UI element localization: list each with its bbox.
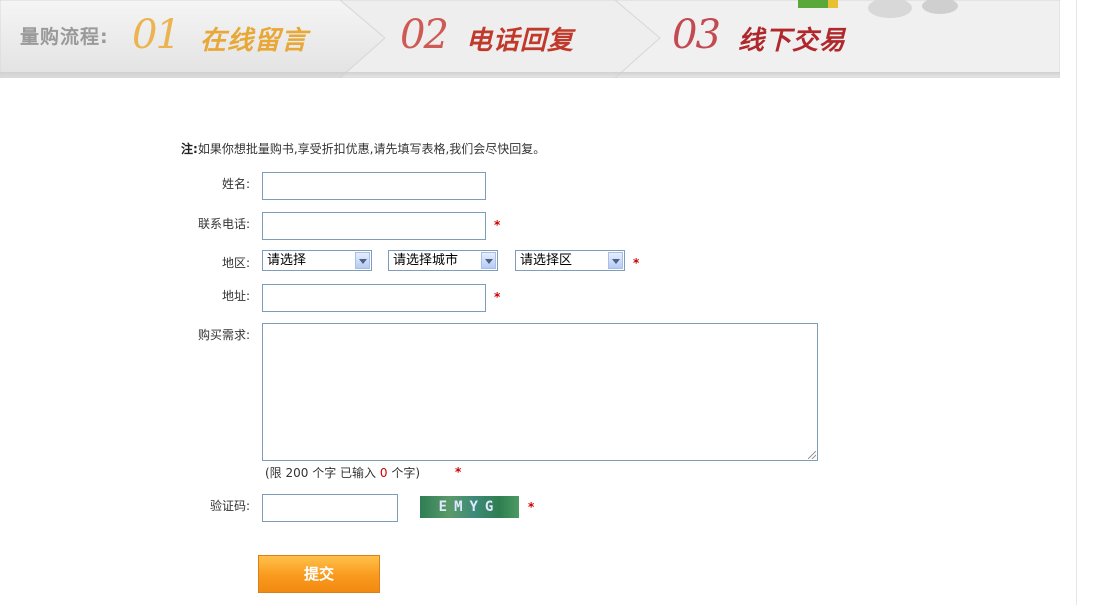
demand-textarea[interactable] xyxy=(262,323,818,461)
captcha-label: 验证码: xyxy=(209,499,250,513)
district-select[interactable]: 请选择区 xyxy=(515,250,625,271)
form-note: 注:如果你想批量购书,享受折扣优惠,请先填写表格,我们会尽快回复。 xyxy=(181,140,545,157)
step3-text: 线下交易 xyxy=(738,26,847,56)
province-select-value: 请选择 xyxy=(267,253,307,268)
chevron-down-icon[interactable] xyxy=(481,252,496,269)
captcha-image[interactable]: EMYG xyxy=(420,496,519,518)
note-text: 如果你想批量购书,享受折扣优惠,请先填写表格,我们会尽快回复。 xyxy=(197,142,546,156)
captcha-required-mark: * xyxy=(528,500,535,514)
city-select-value: 请选择城市 xyxy=(393,253,459,268)
address-label: 地址: xyxy=(221,289,250,303)
resize-grip-icon[interactable] xyxy=(808,451,816,459)
phone-label: 联系电话: xyxy=(197,217,250,231)
char-count: 0 xyxy=(379,466,388,480)
district-select-value: 请选择区 xyxy=(520,253,573,268)
step1-number: 01 xyxy=(132,12,181,58)
region-required-mark: * xyxy=(633,256,640,270)
step1-text: 在线留言 xyxy=(200,26,309,56)
chevron-down-icon[interactable] xyxy=(608,252,623,269)
city-select[interactable]: 请选择城市 xyxy=(388,250,498,271)
province-select[interactable]: 请选择 xyxy=(262,250,372,271)
note-prefix: 注: xyxy=(181,142,198,156)
process-label: 量购流程: xyxy=(20,26,109,48)
phone-required-mark: * xyxy=(494,218,501,232)
banner-shadow xyxy=(0,72,1060,78)
step3-number: 03 xyxy=(672,12,721,58)
demand-label: 购买需求: xyxy=(197,328,250,342)
process-banner: 量购流程: 01 在线留言 02 电话回复 03 线下交易 xyxy=(0,0,1060,78)
phone-input[interactable] xyxy=(262,212,486,240)
demand-required-mark: * xyxy=(455,465,462,479)
char-limit-hint: (限 200 个字 已输入 0 个字) xyxy=(265,464,420,481)
submit-button[interactable]: 提交 xyxy=(258,555,380,593)
step2-number: 02 xyxy=(400,12,449,58)
step2-text: 电话回复 xyxy=(466,26,575,56)
captcha-input[interactable] xyxy=(262,494,398,522)
chevron-down-icon[interactable] xyxy=(355,252,370,269)
region-label: 地区: xyxy=(221,256,250,270)
limit-suffix: 个字) xyxy=(391,466,421,480)
address-input[interactable] xyxy=(262,284,486,312)
limit-prefix: (限 200 个字 已输入 xyxy=(265,466,377,480)
name-input[interactable] xyxy=(262,172,486,200)
page-right-edge xyxy=(1076,0,1101,605)
address-required-mark: * xyxy=(494,290,501,304)
name-label: 姓名: xyxy=(221,177,250,191)
